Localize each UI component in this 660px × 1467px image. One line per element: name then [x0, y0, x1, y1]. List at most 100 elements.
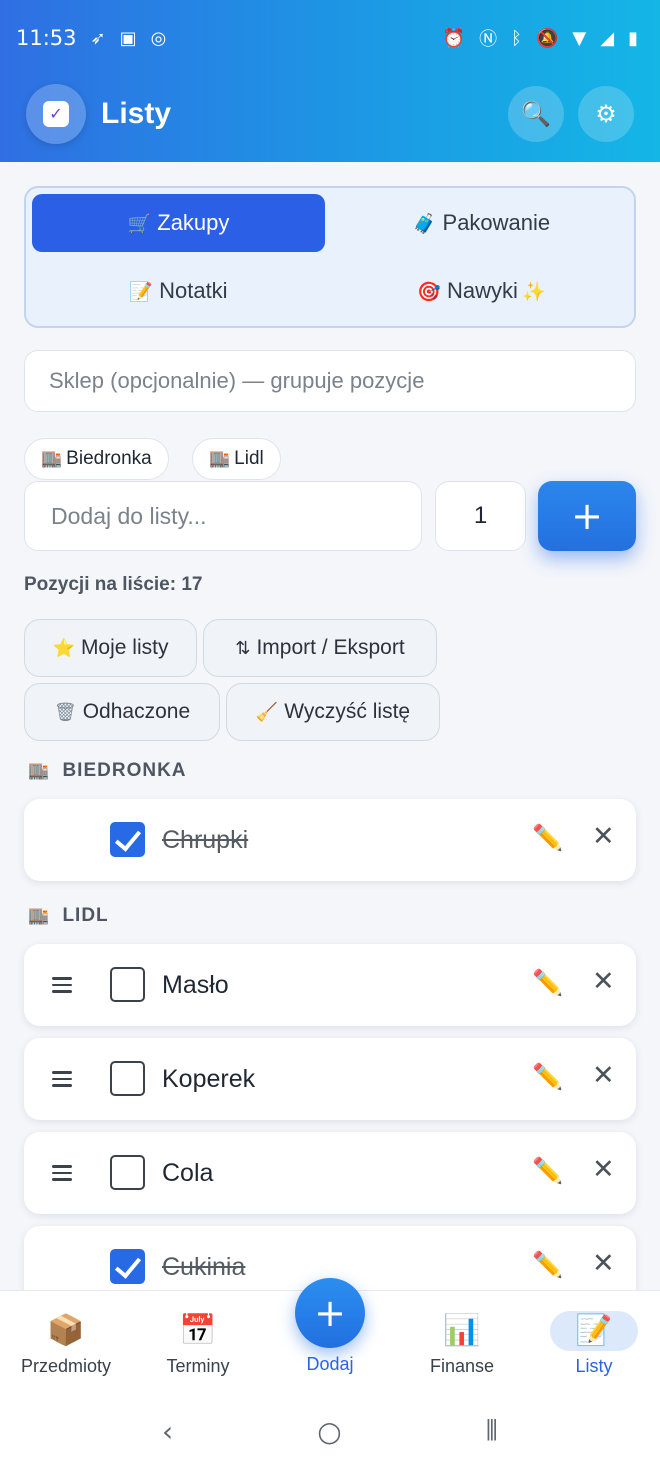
- close-icon[interactable]: ✕: [592, 1154, 615, 1185]
- action-label: Odhaczone: [82, 700, 191, 723]
- pencil-icon[interactable]: ✏️: [532, 1156, 563, 1186]
- nav-item-przedmioty[interactable]: 📦 Przedmioty: [0, 1291, 132, 1396]
- drag-handle-icon[interactable]: [52, 970, 72, 1000]
- group-title-text: LIDL: [62, 905, 109, 926]
- target-icon: 🎯: [417, 280, 442, 303]
- quantity-input[interactable]: 1: [435, 481, 526, 551]
- pencil-icon[interactable]: ✏️: [532, 1250, 563, 1280]
- tab-label: Zakupy: [157, 210, 230, 235]
- nfc-icon: Ⓝ: [479, 29, 498, 50]
- item-checkbox[interactable]: [110, 1155, 145, 1190]
- tab-pakowanie[interactable]: 🧳 Pakowanie: [335, 194, 628, 252]
- item-checkbox[interactable]: [110, 822, 145, 857]
- shop-chip-lidl[interactable]: 🏬 Lidl: [192, 438, 281, 480]
- plus-icon: +: [314, 1291, 346, 1335]
- shop-input[interactable]: Sklep (opcjonalnie) — grupuje pozycje: [24, 350, 636, 412]
- sparkles-icon: ✨: [521, 280, 546, 303]
- search-icon: 🔍: [521, 100, 551, 128]
- status-left: 11:53 ➶ ▣ ◎: [16, 26, 166, 50]
- back-icon[interactable]: ‹: [162, 1415, 173, 1448]
- add-item-placeholder: Dodaj do listy...: [51, 502, 207, 529]
- nav-label: Listy: [575, 1356, 613, 1376]
- page-title: Listy: [101, 97, 172, 130]
- close-icon[interactable]: ✕: [592, 1060, 615, 1091]
- package-icon: 📦: [47, 1312, 85, 1348]
- status-bar: 11:53 ➶ ▣ ◎ ⏰ Ⓝ ᛒ 🔕 ▼ ◢ ▮: [0, 0, 660, 76]
- item-count-label: Pozycji na liście: 17: [24, 574, 203, 595]
- cell-signal-icon: ◢: [600, 27, 615, 49]
- checked-items-button[interactable]: 🗑 Odhaczone: [24, 683, 220, 741]
- mute-icon: 🔕: [535, 27, 559, 49]
- store-icon: 🏬: [41, 449, 63, 469]
- clear-list-button[interactable]: 🧹 Wyczyść listę: [226, 683, 440, 741]
- add-fab-button[interactable]: +: [295, 1278, 365, 1348]
- action-label: Wyczyść listę: [284, 700, 411, 723]
- main-content: 🛒 Zakupy 🧳 Pakowanie 📝 Notatki 🎯 Nawyki …: [0, 162, 660, 1290]
- shop-chip-biedronka[interactable]: 🏬 Biedronka: [24, 438, 169, 480]
- nav-label: Terminy: [166, 1356, 230, 1376]
- drag-handle-icon[interactable]: [52, 1158, 72, 1188]
- luggage-icon: 🧳: [412, 212, 437, 235]
- item-checkbox[interactable]: [110, 1061, 145, 1096]
- add-item-input[interactable]: Dodaj do listy...: [24, 481, 422, 551]
- chip-label: Lidl: [234, 448, 264, 469]
- tab-zakupy[interactable]: 🛒 Zakupy: [32, 194, 325, 252]
- home-button[interactable]: ✓: [26, 84, 86, 144]
- fab-label: Dodaj: [306, 1354, 354, 1374]
- group-title-lidl: 🏬 LIDL: [28, 905, 109, 927]
- recents-icon[interactable]: ⦀: [486, 1414, 498, 1448]
- nav-label: Finanse: [429, 1356, 495, 1376]
- trash-icon: 🗑: [53, 701, 77, 723]
- item-label: Masło: [162, 970, 229, 999]
- pencil-icon[interactable]: ✏️: [532, 968, 563, 998]
- tab-notatki[interactable]: 📝 Notatki: [32, 262, 325, 320]
- item-label: Koperek: [162, 1064, 256, 1093]
- tab-label: Notatki: [159, 278, 228, 303]
- close-icon[interactable]: ✕: [592, 821, 615, 852]
- action-label: Import / Eksport: [256, 636, 405, 659]
- battery-icon: ▮: [628, 27, 638, 49]
- shop-input-placeholder: Sklep (opcjonalnie) — grupuje pozycje: [49, 368, 425, 393]
- close-icon[interactable]: ✕: [592, 1248, 615, 1279]
- pencil-icon[interactable]: ✏️: [532, 1062, 563, 1092]
- pencil-icon[interactable]: ✏️: [532, 823, 563, 853]
- app-bar: ✓ Listy 🔍 ⚙: [0, 82, 660, 146]
- nav-item-terminy[interactable]: 📅 Terminy: [132, 1291, 264, 1396]
- item-label: Chrupki: [162, 825, 249, 854]
- home-circle-icon[interactable]: ○: [317, 1415, 341, 1448]
- tab-nawyki[interactable]: 🎯 Nawyki ✨: [335, 262, 628, 320]
- alarm-icon: ⏰: [442, 27, 466, 49]
- add-item-button[interactable]: +: [538, 481, 636, 551]
- status-time: 11:53: [16, 26, 77, 50]
- action-label: Moje listy: [80, 636, 169, 659]
- item-label: Cola: [162, 1158, 214, 1187]
- item-checkbox[interactable]: [110, 967, 145, 1002]
- store-icon: 🏬: [209, 449, 231, 469]
- memo-icon: 📝: [575, 1312, 613, 1348]
- import-export-button[interactable]: ⇅ Import / Eksport: [203, 619, 437, 677]
- nav-item-finanse[interactable]: 📊 Finanse: [396, 1291, 528, 1396]
- tab-label: Pakowanie: [442, 210, 551, 235]
- nav-item-listy[interactable]: 📝 Listy: [528, 1291, 660, 1396]
- signal-app-icon: ➶: [90, 27, 106, 49]
- search-button[interactable]: 🔍: [508, 86, 564, 142]
- store-icon: 🏬: [28, 906, 51, 926]
- store-icon: 🏬: [28, 761, 51, 781]
- system-navigation-bar: ‹ ○ ⦀: [0, 1395, 660, 1467]
- settings-button[interactable]: ⚙: [578, 86, 634, 142]
- close-icon[interactable]: ✕: [592, 966, 615, 997]
- item-checkbox[interactable]: [110, 1249, 145, 1284]
- drag-handle-icon[interactable]: [52, 1064, 72, 1094]
- whatsapp-icon: ◎: [150, 27, 167, 49]
- bluetooth-icon: ᛒ: [511, 27, 522, 49]
- sort-arrows-icon: ⇅: [235, 637, 251, 659]
- list-item: Chrupki ✏️ ✕: [24, 799, 636, 881]
- group-title-biedronka: 🏬 BIEDRONKA: [28, 760, 187, 782]
- list-item: Koperek ✏️ ✕: [24, 1038, 636, 1120]
- cart-icon: 🛒: [127, 212, 152, 235]
- star-icon: ⭐: [52, 637, 75, 659]
- status-right: ⏰ Ⓝ ᛒ 🔕 ▼ ◢ ▮: [443, 25, 638, 51]
- group-title-text: BIEDRONKA: [62, 760, 187, 781]
- list-item: Masło ✏️ ✕: [24, 944, 636, 1026]
- my-lists-button[interactable]: ⭐ Moje listy: [24, 619, 197, 677]
